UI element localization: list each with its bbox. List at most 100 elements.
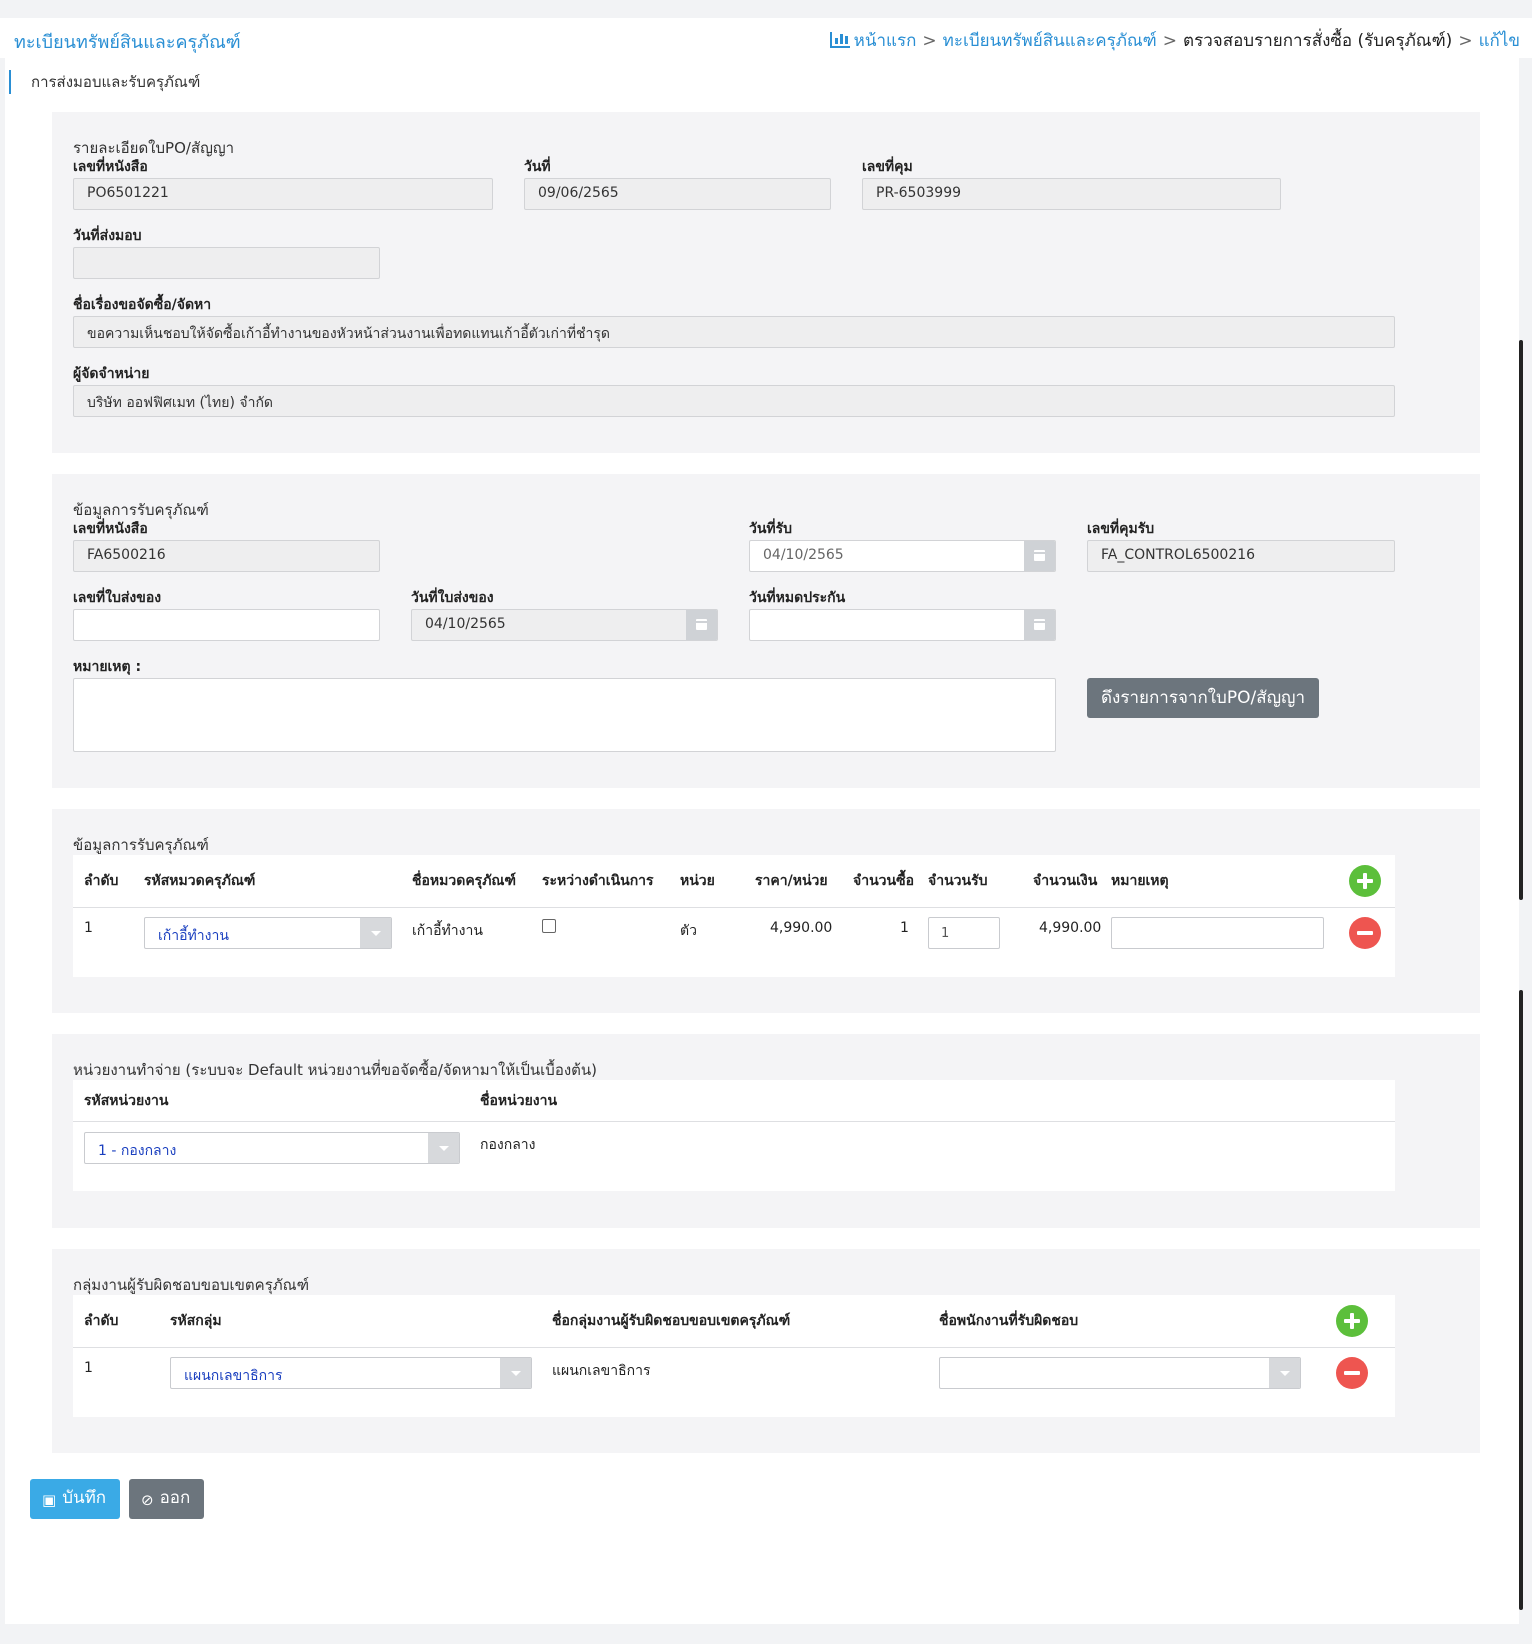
vendor-label: ผู้จัดจำหน่าย <box>73 366 150 382</box>
receive-control-field[interactable]: FA_CONTROL6500216 <box>1087 540 1395 572</box>
ban-icon: ⊘ <box>141 1491 154 1509</box>
col-header: ลำดับ <box>84 1313 119 1329</box>
price: 4,990.00 <box>770 920 833 936</box>
delivery-date-label: วันที่ส่งมอบ <box>73 228 142 244</box>
remove-item-button[interactable] <box>1349 917 1381 949</box>
group-table: ลำดับ รหัสกลุ่ม ชื่อกลุ่มงานผู้รับผิดชอบ… <box>73 1295 1395 1417</box>
items-panel-title: ข้อมูลการรับครุภัณฑ์ <box>73 836 209 854</box>
breadcrumb-registry[interactable]: ทะเบียนทรัพย์สินและครุภัณฑ์ <box>943 31 1157 51</box>
items-panel: ข้อมูลการรับครุภัณฑ์ ลำดับ รหัสหมวดครุภั… <box>52 809 1480 1013</box>
group-panel: กลุ่มงานผู้รับผิดชอบขอบเขตครุภัณฑ์ ลำดับ… <box>52 1249 1480 1453</box>
add-group-button[interactable] <box>1336 1305 1368 1337</box>
warranty-field[interactable] <box>749 609 1056 641</box>
col-header: ชื่อพนักงานที่รับผิดชอบ <box>939 1313 1079 1329</box>
group-name: แผนกเลขาธิการ <box>552 1363 651 1379</box>
category-code-select[interactable]: เก้าอี้ทำงาน <box>144 917 392 949</box>
breadcrumb-home[interactable]: หน้าแรก <box>854 31 917 51</box>
col-header: หมายเหตุ <box>1111 873 1169 889</box>
col-header: ชื่อหมวดครุภัณฑ์ <box>412 873 517 889</box>
invoice-date-field[interactable]: 04/10/2565 <box>411 609 718 641</box>
floppy-disk-icon: ▣ <box>42 1491 57 1509</box>
col-header: ชื่อหน่วยงาน <box>480 1093 558 1109</box>
pull-po-items-button[interactable]: ดึงรายการจากใบPO/สัญญา <box>1087 678 1320 718</box>
category-name: เก้าอี้ทำงาน <box>412 923 483 939</box>
po-control-no-label: เลขที่คุม <box>862 159 913 175</box>
po-panel: รายละเอียดใบPO/สัญญา เลขที่หนังสือ PO650… <box>52 112 1480 453</box>
vendor-field[interactable]: บริษัท ออฟฟิศเมท (ไทย) จำกัด <box>73 385 1395 417</box>
scrollbar-thumb[interactable] <box>1519 990 1523 1610</box>
staff-select[interactable] <box>939 1357 1301 1389</box>
chevron-down-icon <box>1269 1358 1300 1388</box>
unit: ตัว <box>680 923 697 939</box>
divider <box>73 1347 1395 1348</box>
remark-label: หมายเหตุ : <box>73 659 142 675</box>
breadcrumb-edit[interactable]: แก้ไข <box>1479 31 1520 51</box>
group-code-select[interactable]: แผนกเลขาธิการ <box>170 1357 532 1389</box>
subject-field[interactable]: ขอความเห็นชอบให้จัดซื้อเก้าอี้ทำงานของหั… <box>73 316 1395 348</box>
po-doc-no-label: เลขที่หนังสือ <box>73 159 148 175</box>
po-date-label: วันที่ <box>524 159 551 175</box>
dept-panel: หน่วยงานทำจ่าย (ระบบจะ Default หน่วยงานท… <box>52 1034 1480 1228</box>
exit-button[interactable]: ⊘ ออก <box>129 1479 205 1519</box>
dept-table: รหัสหน่วยงาน ชื่อหน่วยงาน 1 - กองกลาง กอ… <box>73 1080 1395 1191</box>
receive-date-field[interactable]: 04/10/2565 <box>749 540 1056 572</box>
col-header: ลำดับ <box>84 873 119 889</box>
col-header: รหัสหมวดครุภัณฑ์ <box>144 873 256 889</box>
main-content: การส่งมอบและรับครุภัณฑ์ รายละเอียดใบPO/ส… <box>5 58 1519 1624</box>
scrollbar[interactable] <box>1519 340 1524 1610</box>
col-header: จำนวนรับ <box>928 873 988 889</box>
col-header: จำนวนเงิน <box>1033 873 1098 889</box>
chart-icon <box>829 32 850 48</box>
invoice-no-label: เลขที่ใบส่งของ <box>73 590 162 606</box>
add-item-button[interactable] <box>1349 865 1381 897</box>
in-progress-checkbox[interactable] <box>542 919 556 933</box>
breadcrumb: หน้าแรก > ทะเบียนทรัพย์สินและครุภัณฑ์ > ตรวจ… <box>829 27 1520 54</box>
group-row-no: 1 <box>84 1360 93 1376</box>
chevron-down-icon <box>500 1358 531 1388</box>
calendar-icon[interactable] <box>1024 541 1055 571</box>
calendar-icon[interactable] <box>686 610 717 640</box>
amount: 4,990.00 <box>1039 920 1102 936</box>
col-header: ราคา/หน่วย <box>755 873 828 889</box>
remove-group-button[interactable] <box>1336 1357 1368 1389</box>
item-no: 1 <box>84 920 93 936</box>
qty-receive-input[interactable]: 1 <box>928 917 1000 949</box>
invoice-no-field[interactable] <box>73 609 380 641</box>
group-panel-title: กลุ่มงานผู้รับผิดชอบขอบเขตครุภัณฑ์ <box>73 1276 310 1294</box>
po-control-no-field[interactable]: PR-6503999 <box>862 178 1281 210</box>
po-doc-no-field[interactable]: PO6501221 <box>73 178 493 210</box>
app-title[interactable]: ทะเบียนทรัพย์สินและครุภัณฑ์ <box>14 27 241 56</box>
item-remark-input[interactable] <box>1111 917 1324 949</box>
remark-textarea[interactable] <box>73 678 1056 752</box>
receive-doc-no-label: เลขที่หนังสือ <box>73 521 148 537</box>
divider <box>73 1121 1395 1122</box>
top-bar: ทะเบียนทรัพย์สินและครุภัณฑ์ หน้าแรก > ทะเบ… <box>0 18 1532 58</box>
dept-panel-title: หน่วยงานทำจ่าย (ระบบจะ Default หน่วยงานท… <box>73 1061 598 1079</box>
calendar-icon[interactable] <box>1024 610 1055 640</box>
items-table: ลำดับ รหัสหมวดครุภัณฑ์ ชื่อหมวดครุภัณฑ์ … <box>73 855 1395 977</box>
po-date-field[interactable]: 09/06/2565 <box>524 178 831 210</box>
delivery-date-field[interactable] <box>73 247 380 279</box>
col-header: รหัสกลุ่ม <box>170 1313 222 1329</box>
receive-date-label: วันที่รับ <box>749 521 793 537</box>
save-button[interactable]: ▣ บันทึก <box>30 1479 121 1519</box>
col-header: ระหว่างดำเนินการ <box>542 873 654 889</box>
invoice-date-label: วันที่ใบส่งของ <box>411 590 494 606</box>
chevron-down-icon <box>428 1133 459 1163</box>
receive-panel: ข้อมูลการรับครุภัณฑ์ เลขที่หนังสือ FA650… <box>52 474 1480 788</box>
dept-name: กองกลาง <box>480 1137 536 1153</box>
breadcrumb-check: ตรวจสอบรายการสั่งซื้อ (รับครุภัณฑ์) <box>1183 31 1453 51</box>
subject-label: ชื่อเรื่องขอจัดซื้อ/จัดหา <box>73 297 212 313</box>
scrollbar-thumb[interactable] <box>1519 340 1523 900</box>
col-header: รหัสหน่วยงาน <box>84 1093 169 1109</box>
qty-buy: 1 <box>900 920 909 936</box>
warranty-label: วันที่หมดประกัน <box>749 590 846 606</box>
col-header: จำนวนซื้อ <box>853 873 914 889</box>
dept-code-select[interactable]: 1 - กองกลาง <box>84 1132 460 1164</box>
divider <box>73 907 1395 908</box>
receive-doc-no-field[interactable]: FA6500216 <box>73 540 380 572</box>
receive-control-label: เลขที่คุมรับ <box>1087 521 1155 537</box>
chevron-down-icon <box>360 918 391 948</box>
col-header: หน่วย <box>680 873 715 889</box>
col-header: ชื่อกลุ่มงานผู้รับผิดชอบขอบเขตครุภัณฑ์ <box>552 1313 791 1329</box>
